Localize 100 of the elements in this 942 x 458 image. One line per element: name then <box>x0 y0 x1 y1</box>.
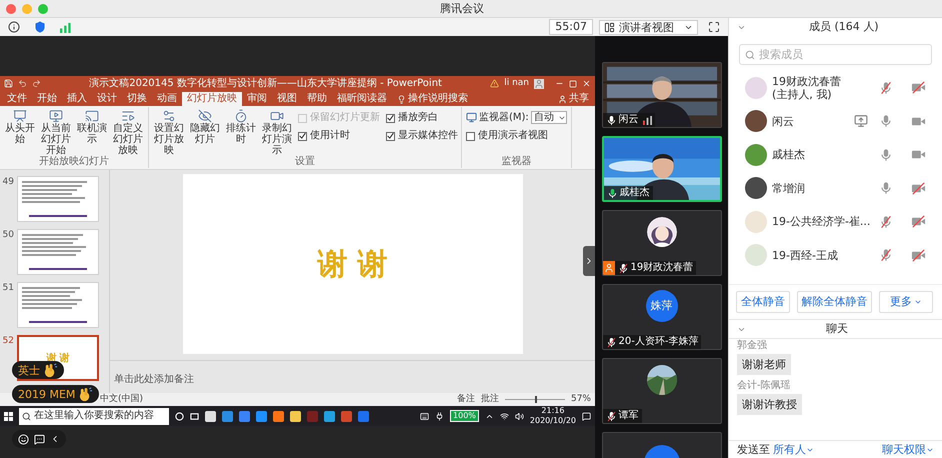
wifi-icon[interactable] <box>500 412 509 420</box>
shield-icon[interactable] <box>34 21 46 33</box>
ribbon-tab[interactable]: 开始 <box>32 92 62 106</box>
checkbox[interactable]: 使用计时 <box>298 130 380 142</box>
recipient-dropdown[interactable]: 所有人 <box>773 443 814 456</box>
meeting-timer: 55:07 <box>549 19 593 35</box>
emoji-icon[interactable] <box>18 434 29 444</box>
plug-icon[interactable] <box>435 412 444 420</box>
slide-title: 谢 谢 <box>317 246 388 284</box>
ribbon-tab[interactable]: 审阅 <box>242 92 272 106</box>
member-action-button[interactable]: 解除全体静音 <box>797 291 872 313</box>
checkbox[interactable]: 显示媒体控件 <box>386 130 458 142</box>
member-row[interactable]: 19-西经-王成 <box>729 238 942 272</box>
member-name: 19-西经-王成 <box>772 248 839 262</box>
participant-name: 闲云 <box>618 114 638 126</box>
zoom-slider-thumb[interactable] <box>534 396 537 403</box>
video-tile[interactable]: 19财政沈春蕾 <box>602 210 722 276</box>
ribbon-tab[interactable]: 视图 <box>272 92 302 106</box>
send-to-label: 发送至 <box>737 443 770 456</box>
member-row[interactable]: 闲云 <box>729 104 942 138</box>
fullscreen-icon[interactable] <box>708 21 720 33</box>
redo-icon[interactable] <box>32 79 41 88</box>
user-icon[interactable] <box>534 78 544 88</box>
member-action-button[interactable]: 更多 <box>879 291 933 313</box>
ribbon-button[interactable]: 隐藏幻灯片 <box>188 109 222 145</box>
circle-icon[interactable] <box>175 412 184 420</box>
keyboard-icon[interactable] <box>420 412 430 420</box>
slide-number: 50 <box>2 229 14 242</box>
caret-icon <box>914 298 922 306</box>
ribbon-tab[interactable]: 文件 <box>2 92 32 106</box>
notes-placeholder[interactable]: 单击此处添加备注 <box>114 374 194 385</box>
checkbox[interactable]: 使用演示者视图 <box>466 130 567 142</box>
windows-logo-icon[interactable] <box>4 412 13 420</box>
ribbon-tab[interactable]: 幻灯片放映 <box>182 92 242 106</box>
search-icon <box>745 50 755 60</box>
reaction-toast: 2019 MEM <box>12 385 100 403</box>
taskbar-date: 2020/10/20 <box>530 416 576 426</box>
video-tile[interactable]: 姝萍 20-人资环-李姝萍 <box>602 284 722 350</box>
member-action-button[interactable]: 全体静音 <box>736 291 790 313</box>
member-name: 常增润 <box>772 182 806 195</box>
ribbon-button[interactable]: 设置幻灯片放映 <box>152 109 186 156</box>
video-tile[interactable]: 闲云 <box>602 62 722 128</box>
taskbar-search-field[interactable]: 在这里输入你要搜索的内容 <box>19 408 169 424</box>
close-icon[interactable] <box>582 79 591 88</box>
list-icon <box>121 109 135 123</box>
chat-bubble-icon[interactable] <box>34 434 45 444</box>
share-button[interactable]: 共享 <box>554 92 593 106</box>
ribbon-button[interactable]: 排练计时 <box>224 109 258 145</box>
ribbon-button[interactable]: 从当前幻灯片开始 <box>39 109 73 156</box>
ribbon-tab[interactable]: 切换 <box>122 92 152 106</box>
ribbon-tab[interactable]: 插入 <box>62 92 92 106</box>
notification-icon[interactable] <box>582 412 591 420</box>
ribbon-button[interactable]: 从头开始 <box>3 109 37 145</box>
taskbar-app-icon[interactable] <box>256 410 267 422</box>
member-row[interactable]: 19-公共经济学-崔... <box>729 205 942 238</box>
reaction-toast: 英士 <box>12 361 64 379</box>
ribbon-tab[interactable]: 帮助 <box>302 92 332 106</box>
close-window-button[interactable] <box>6 4 16 14</box>
taskbar-app-icon[interactable] <box>324 410 335 422</box>
avatar <box>745 177 767 200</box>
layout-icon <box>604 22 615 32</box>
participant-name: 19财政沈春蕾 <box>630 262 694 274</box>
task-view-icon[interactable] <box>190 412 199 420</box>
avatar <box>745 144 767 166</box>
save-icon[interactable] <box>4 79 13 88</box>
ribbon-tab[interactable]: 福昕阅读器 <box>332 92 392 106</box>
member-row[interactable]: 常增润 <box>729 172 942 205</box>
ribbon-tab[interactable]: 动画 <box>152 92 182 106</box>
monitor-dropdown[interactable]: 自动 <box>530 111 567 124</box>
member-row[interactable]: 19财政沈春蕾 (主持人, 我) <box>729 71 942 104</box>
tell-me-field[interactable]: 操作说明搜索 <box>392 92 473 106</box>
monitor-label: 监视器(M): <box>479 112 529 124</box>
member-row[interactable]: 戚桂杰 <box>729 138 942 172</box>
ribbon-tab[interactable]: 设计 <box>92 92 122 106</box>
taskbar-app-icon[interactable] <box>290 410 301 422</box>
restore-icon[interactable] <box>569 80 577 88</box>
expand-panel-button[interactable] <box>583 246 595 276</box>
search-icon <box>22 412 31 420</box>
avatar <box>745 110 767 132</box>
ribbon-button[interactable]: 自定义幻灯片放映 <box>111 109 145 156</box>
video-tile[interactable]: 戚桂杰 <box>602 136 722 202</box>
notes-toggle[interactable]: 备注 <box>456 394 475 405</box>
volume-icon[interactable] <box>514 412 524 420</box>
checkmark-icon <box>299 132 306 140</box>
slide-thumbnail[interactable] <box>17 282 99 328</box>
ribbon-button[interactable]: 录制幻灯片演示 <box>260 109 294 156</box>
undo-icon[interactable] <box>18 79 27 88</box>
ribbon-button[interactable]: 联机演示 <box>75 109 109 145</box>
slide-thumbnail[interactable] <box>17 229 99 275</box>
checkbox[interactable]: 播放旁白 <box>386 112 458 124</box>
timer-icon <box>234 109 248 123</box>
member-name: 19-公共经济学-崔... <box>772 215 872 228</box>
comments-toggle[interactable]: 批注 <box>480 394 499 405</box>
video-tile[interactable]: 谭军 <box>602 358 722 424</box>
chat-permissions-dropdown[interactable]: 聊天权限 <box>882 443 934 456</box>
taskbar-app-icon[interactable] <box>273 410 284 422</box>
slide-thumbnail[interactable] <box>17 176 99 222</box>
info-icon[interactable] <box>8 21 20 33</box>
taskbar-app-icon[interactable] <box>205 410 216 422</box>
view-mode-dropdown[interactable]: 演讲者视图 <box>599 20 698 34</box>
